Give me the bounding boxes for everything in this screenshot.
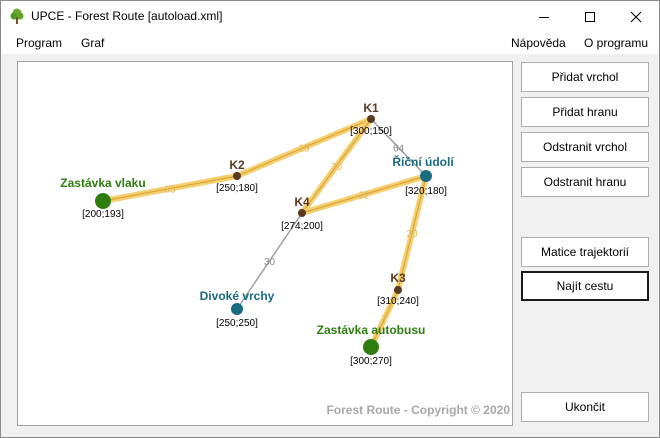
node-k4[interactable] — [298, 209, 306, 217]
menu-program[interactable]: Program — [16, 36, 62, 50]
edge-weight-label: 15 — [298, 144, 310, 155]
maximize-button[interactable] — [567, 1, 613, 32]
node-name-label: Říční údolí — [392, 154, 454, 169]
node-k2[interactable] — [233, 172, 241, 180]
node-za[interactable] — [363, 339, 379, 355]
node-zv[interactable] — [95, 193, 111, 209]
node-coord-label: [250;180] — [216, 183, 258, 194]
find-path-button[interactable]: Najít cestu — [521, 271, 649, 301]
node-coord-label: [200;193] — [82, 209, 124, 220]
node-coord-label: [274;200] — [281, 221, 323, 232]
node-name-label: Divoké vrchy — [200, 289, 275, 303]
remove-edge-button[interactable]: Odstranit hranu — [521, 167, 649, 197]
tree-icon — [10, 8, 24, 24]
edge-weight-label: 30 — [331, 162, 343, 173]
window-title: UPCE - Forest Route [autoload.xml] — [31, 9, 223, 23]
menu-bar: Program Graf Nápověda O programu — [1, 32, 659, 54]
trajectory-matrix-button[interactable]: Matice trajektorií — [521, 237, 649, 267]
node-coord-label: [310;240] — [377, 296, 419, 307]
node-coord-label: [300;150] — [350, 126, 392, 137]
node-name-label: K2 — [229, 158, 245, 172]
node-ru[interactable] — [420, 170, 432, 182]
graph-canvas[interactable]: 35 15 30 64 32 30 20 7 Zastávka vlaku [200;193] K2… — [17, 61, 513, 426]
edge-weight-label: 64 — [393, 144, 405, 155]
node-coord-label: [300;270] — [350, 356, 392, 367]
node-name-label: K3 — [390, 271, 406, 285]
edge-weight-label: 35 — [164, 185, 176, 196]
node-coord-label: [250;250] — [216, 318, 258, 329]
close-window-button[interactable] — [613, 1, 659, 32]
node-name-label: K1 — [363, 101, 379, 115]
node-dv[interactable] — [231, 303, 243, 315]
add-vertex-button[interactable]: Přidat vrchol — [521, 62, 649, 92]
node-name-label: Zastávka autobusu — [317, 323, 426, 337]
graph-drawing[interactable]: 351530643230207Zastávka vlaku[200;193]K2… — [18, 62, 512, 425]
node-coord-label: [320;180] — [405, 186, 447, 197]
maximize-icon — [585, 11, 595, 22]
edge-weight-label: 32 — [358, 191, 370, 202]
app-window: UPCE - Forest Route [autoload.xml] Progr… — [0, 0, 660, 438]
exit-button[interactable]: Ukončit — [521, 392, 649, 422]
menu-graf[interactable]: Graf — [81, 36, 104, 50]
node-name-label: Zastávka vlaku — [60, 176, 145, 190]
edge-weight-label: 20 — [406, 229, 418, 240]
minimize-icon — [539, 16, 549, 18]
edge-weight-label: 30 — [264, 257, 276, 268]
title-bar[interactable]: UPCE - Forest Route [autoload.xml] — [1, 1, 659, 32]
copyright-text: Forest Route - Copyright © 2020 — [326, 403, 510, 417]
minimize-button[interactable] — [521, 1, 567, 32]
node-name-label: K4 — [294, 195, 310, 209]
close-icon — [630, 11, 642, 22]
menu-o-programu[interactable]: O programu — [584, 36, 648, 50]
menu-napoveda[interactable]: Nápověda — [511, 36, 566, 50]
node-k1[interactable] — [367, 115, 375, 123]
node-k3[interactable] — [394, 286, 402, 294]
add-edge-button[interactable]: Přidat hranu — [521, 97, 649, 127]
remove-vertex-button[interactable]: Odstranit vrchol — [521, 132, 649, 162]
